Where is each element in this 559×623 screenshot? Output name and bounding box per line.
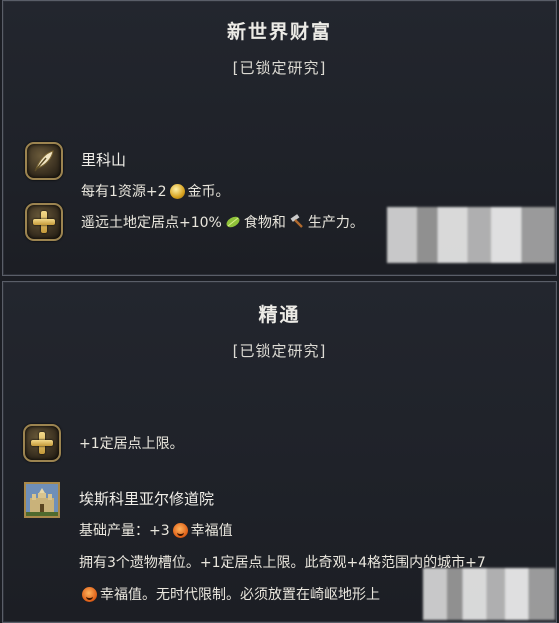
entry-effect-line: 遥远土地定居点+10% 食物和 生产力。: [81, 212, 364, 232]
effect-text: 生产力。: [307, 215, 364, 231]
panel-title: 精通: [258, 304, 301, 326]
monastery-illustration: [26, 484, 58, 516]
entry-name-escorial-monastery: 埃斯科里亚尔修道院: [79, 490, 215, 508]
effect-text: 食物和: [243, 215, 286, 231]
effect-text: 金币。: [187, 184, 230, 200]
effect-text: 每有1资源+2: [81, 184, 167, 200]
wonder-yield-line: 基础产量：+3 幸福值: [79, 520, 233, 540]
panel-subtitle: [已锁定研究]: [232, 59, 327, 77]
happy-icon: [172, 523, 188, 538]
gold-icon: [169, 184, 185, 199]
hammer-icon: [290, 214, 303, 228]
yield-text: 基础产量：+3: [79, 523, 170, 539]
happy-icon: [82, 587, 97, 602]
plus-icon: [23, 424, 61, 462]
panel-title: 新世界财富: [226, 21, 332, 43]
description-text: 幸福值。无时代限制。必须放置在崎岖地形上: [100, 587, 380, 603]
effect-text: 遥远土地定居点+10%: [81, 215, 222, 231]
entry-name-rico-mountain: 里科山: [81, 151, 127, 169]
entry-effect-line: 每有1资源+2 金币。: [81, 181, 230, 201]
research-panel-mastery: 精通 [已锁定研究] +1定居点上限。 埃斯科里亚尔修道院 基础产量：+3 幸福值…: [2, 281, 557, 623]
wonder-description-line-2: 幸福值。无时代限制。必须放置在崎岖地形上: [79, 584, 380, 604]
watermark-blur: [423, 568, 555, 620]
watermark-blur: [387, 207, 555, 263]
entry-effect-line: +1定居点上限。: [79, 436, 184, 452]
research-panel-new-world-wealth: 新世界财富 [已锁定研究] 里科山 每有1资源+2 金币。 遥远土地定居点+10%…: [2, 0, 557, 276]
feather-glyph: [34, 150, 54, 172]
plus-icon: [25, 203, 63, 241]
feather-icon: [25, 142, 63, 180]
food-icon: [226, 216, 240, 228]
yield-text: 幸福值: [190, 523, 233, 539]
panel-subtitle: [已锁定研究]: [232, 342, 327, 360]
wonder-icon: [24, 482, 60, 518]
